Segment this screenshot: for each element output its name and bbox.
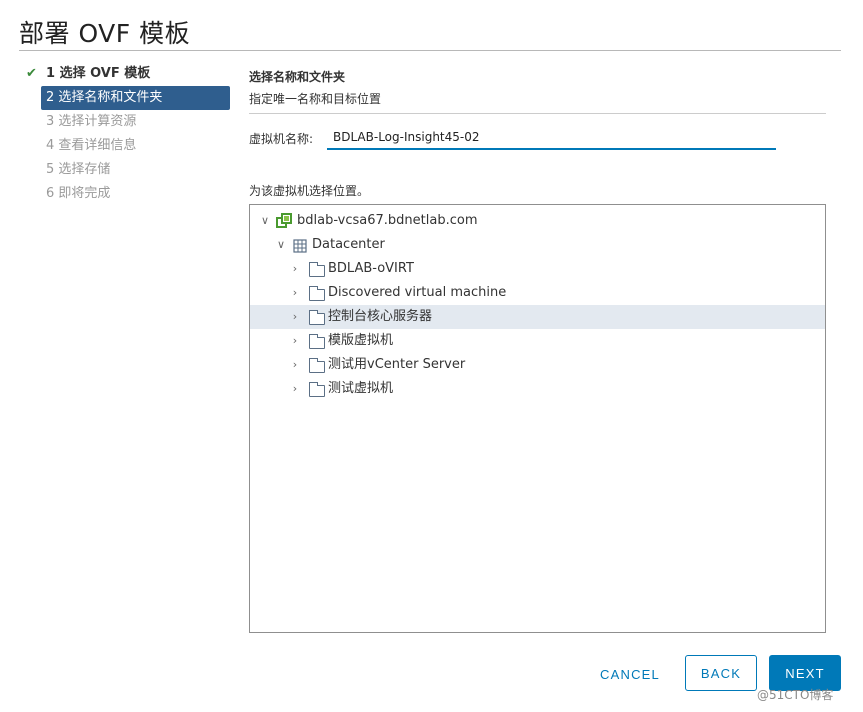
step-select-compute-resource: 3 选择计算资源 — [22, 110, 230, 134]
tree-node-label: 测试用vCenter Server — [328, 357, 466, 372]
check-icon: ✔ — [26, 66, 37, 81]
tree-node-label: bdlab-vcsa67.bdnetlab.com — [297, 213, 478, 228]
watermark: @51CTO博客 — [757, 688, 834, 702]
step-select-name-folder[interactable]: 2 选择名称和文件夹 — [41, 86, 230, 110]
tree-node-folder[interactable]: › 控制台核心服务器 — [250, 305, 825, 329]
step-review-details: 4 查看详细信息 — [22, 134, 230, 158]
tree-node-folder[interactable]: › BDLAB-oVIRT — [250, 257, 825, 281]
step-label: 5 选择存储 — [46, 162, 111, 177]
tree-node-label: Datacenter — [312, 237, 385, 252]
folder-icon — [309, 286, 325, 301]
folder-icon — [309, 310, 325, 325]
location-label: 为该虚拟机选择位置。 — [249, 184, 370, 198]
step-label: 2 选择名称和文件夹 — [46, 90, 163, 105]
folder-icon — [309, 334, 325, 349]
tree-node-label: 模版虚拟机 — [328, 333, 394, 348]
chevron-down-icon[interactable]: ∨ — [258, 209, 272, 233]
section-title: 选择名称和文件夹 — [249, 70, 346, 84]
section-divider — [249, 113, 826, 114]
step-label: 1 选择 OVF 模板 — [46, 66, 151, 81]
tree-node-folder[interactable]: › Discovered virtual machine — [250, 281, 825, 305]
step-select-storage: 5 选择存储 — [22, 158, 230, 182]
folder-icon — [309, 358, 325, 373]
back-button[interactable]: BACK — [685, 655, 757, 691]
chevron-right-icon[interactable]: › — [288, 281, 302, 305]
vm-name-input[interactable] — [327, 126, 776, 150]
step-label: 6 即将完成 — [46, 186, 111, 201]
step-label: 3 选择计算资源 — [46, 114, 137, 129]
chevron-right-icon[interactable]: › — [288, 257, 302, 281]
chevron-right-icon[interactable]: › — [288, 353, 302, 377]
vm-name-label: 虚拟机名称: — [249, 132, 314, 146]
tree-node-folder[interactable]: › 测试虚拟机 — [250, 377, 825, 401]
chevron-down-icon[interactable]: ∨ — [274, 233, 288, 257]
step-label: 4 查看详细信息 — [46, 138, 137, 153]
tree-node-label: BDLAB-oVIRT — [328, 261, 414, 276]
section-subtitle: 指定唯一名称和目标位置 — [249, 92, 382, 106]
tree-node-label: Discovered virtual machine — [328, 285, 507, 300]
chevron-right-icon[interactable]: › — [288, 329, 302, 353]
step-ready-to-complete: 6 即将完成 — [22, 182, 230, 206]
cancel-button[interactable]: CANCEL — [592, 657, 668, 691]
folder-tree[interactable]: ∨ bdlab-vcsa67.bdnetlab.com ∨ Datacenter… — [249, 204, 826, 633]
wizard-steps: ✔ 1 选择 OVF 模板 2 选择名称和文件夹 3 选择计算资源 4 查看详细… — [22, 62, 230, 206]
tree-node-label: 控制台核心服务器 — [328, 309, 433, 324]
tree-node-label: 测试虚拟机 — [328, 381, 394, 396]
folder-icon — [309, 262, 325, 277]
title-divider — [19, 50, 841, 51]
chevron-right-icon[interactable]: › — [288, 377, 302, 401]
step-select-ovf-template[interactable]: ✔ 1 选择 OVF 模板 — [22, 62, 230, 86]
folder-icon — [309, 382, 325, 397]
chevron-right-icon[interactable]: › — [288, 305, 302, 329]
tree-node-datacenter[interactable]: ∨ Datacenter — [250, 233, 825, 257]
tree-node-folder[interactable]: › 测试用vCenter Server — [250, 353, 825, 377]
tree-node-folder[interactable]: › 模版虚拟机 — [250, 329, 825, 353]
dialog-title: 部署 OVF 模板 — [19, 19, 191, 48]
tree-node-vcenter[interactable]: ∨ bdlab-vcsa67.bdnetlab.com — [250, 209, 825, 233]
